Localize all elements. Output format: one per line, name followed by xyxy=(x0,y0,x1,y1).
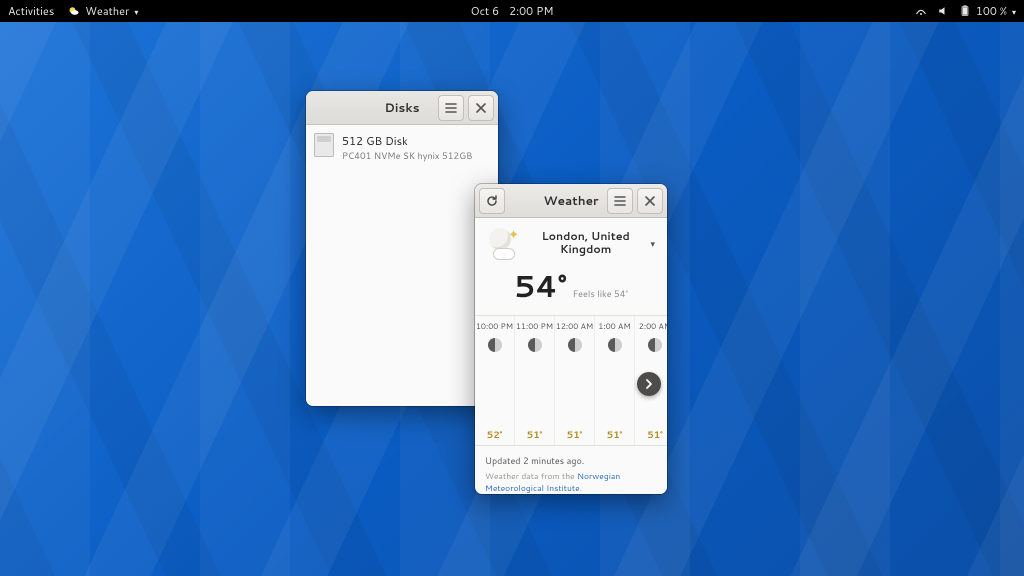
close-icon xyxy=(476,103,486,113)
weather-window: Weather ✦ London, United Kingdom ▾ 54° F… xyxy=(475,184,667,494)
current-conditions: ✦ London, United Kingdom ▾ xyxy=(475,218,667,264)
weather-headerbar[interactable]: Weather xyxy=(475,184,667,218)
hour-column: 11:00 PM 51° xyxy=(515,316,555,445)
updated-label: Updated 2 minutes ago. xyxy=(485,454,657,467)
hamburger-menu-button[interactable] xyxy=(607,188,633,214)
hour-column: 10:00 PM 52° xyxy=(475,316,515,445)
refresh-button[interactable] xyxy=(479,188,505,214)
chevron-down-icon: ▾ xyxy=(1012,6,1016,18)
moon-phase-icon xyxy=(648,338,662,352)
disks-headerbar[interactable]: Disks xyxy=(306,91,498,125)
moon-phase-icon xyxy=(528,338,542,352)
volume-icon[interactable] xyxy=(937,5,949,17)
chevron-right-icon xyxy=(644,379,654,389)
app-menu-label: Weather xyxy=(85,3,129,19)
hour-time: 11:00 PM xyxy=(516,316,553,338)
disk-title: 512 GB Disk xyxy=(342,133,472,149)
hamburger-icon xyxy=(445,102,457,114)
disks-window: Disks 512 GB Disk PC401 NVMe SK hynix 51… xyxy=(306,91,498,406)
network-icon[interactable] xyxy=(915,5,927,17)
moon-phase-icon xyxy=(568,338,582,352)
attribution-prefix: Weather data from the xyxy=(485,470,577,482)
chevron-down-icon: ▾ xyxy=(134,6,138,18)
hour-time: 12:00 AM xyxy=(556,316,594,338)
close-button[interactable] xyxy=(637,188,663,214)
app-menu[interactable]: Weather ▾ xyxy=(68,3,138,19)
moon-phase-icon xyxy=(608,338,622,352)
condition-icon: ✦ xyxy=(487,226,521,260)
clock-time[interactable]: 2:00 PM xyxy=(509,3,553,19)
hour-time: 10:00 PM xyxy=(476,316,513,338)
drive-icon xyxy=(314,133,334,157)
battery-label: 100 % xyxy=(976,3,1007,19)
activities-button[interactable]: Activities xyxy=(8,3,54,19)
location-name: London, United Kingdom xyxy=(529,230,642,255)
disks-list: 512 GB Disk PC401 NVMe SK hynix 512GB xyxy=(306,125,498,170)
disk-row[interactable]: 512 GB Disk PC401 NVMe SK hynix 512GB xyxy=(306,129,498,166)
battery-indicator[interactable]: 100 % ▾ xyxy=(959,3,1016,19)
hamburger-icon xyxy=(614,195,626,207)
battery-icon xyxy=(959,5,971,17)
hamburger-menu-button[interactable] xyxy=(438,95,464,121)
attribution: Weather data from the Norwegian Meteorol… xyxy=(485,470,657,494)
top-bar: Activities Weather ▾ Oct 6 2:00 PM 100 %… xyxy=(0,0,1024,22)
disk-subtitle: PC401 NVMe SK hynix 512GB xyxy=(342,149,472,162)
hour-temp: 51° xyxy=(567,428,582,445)
hour-time: 1:00 AM xyxy=(598,316,630,338)
hour-temp: 51° xyxy=(527,428,542,445)
hour-column: 1:00 AM 51° xyxy=(595,316,635,445)
hour-column: 12:00 AM 51° xyxy=(555,316,595,445)
weather-app-icon xyxy=(68,5,80,17)
close-icon xyxy=(645,196,655,206)
close-button[interactable] xyxy=(468,95,494,121)
hour-time: 2:00 AM xyxy=(639,316,667,338)
refresh-icon xyxy=(486,195,498,207)
temperature: 54° xyxy=(514,264,567,307)
location-picker[interactable]: ▾ xyxy=(650,237,655,250)
scroll-next-button[interactable] xyxy=(637,372,661,396)
feels-like: Feels like 54° xyxy=(573,287,628,300)
hourly-forecast: 10:00 PM52°11:00 PM51°12:00 AM51°1:00 AM… xyxy=(475,315,667,445)
hour-temp: 51° xyxy=(647,428,662,445)
hour-temp: 51° xyxy=(607,428,622,445)
hour-temp: 52° xyxy=(487,428,502,445)
clock-date[interactable]: Oct 6 xyxy=(471,3,500,19)
moon-phase-icon xyxy=(488,338,502,352)
